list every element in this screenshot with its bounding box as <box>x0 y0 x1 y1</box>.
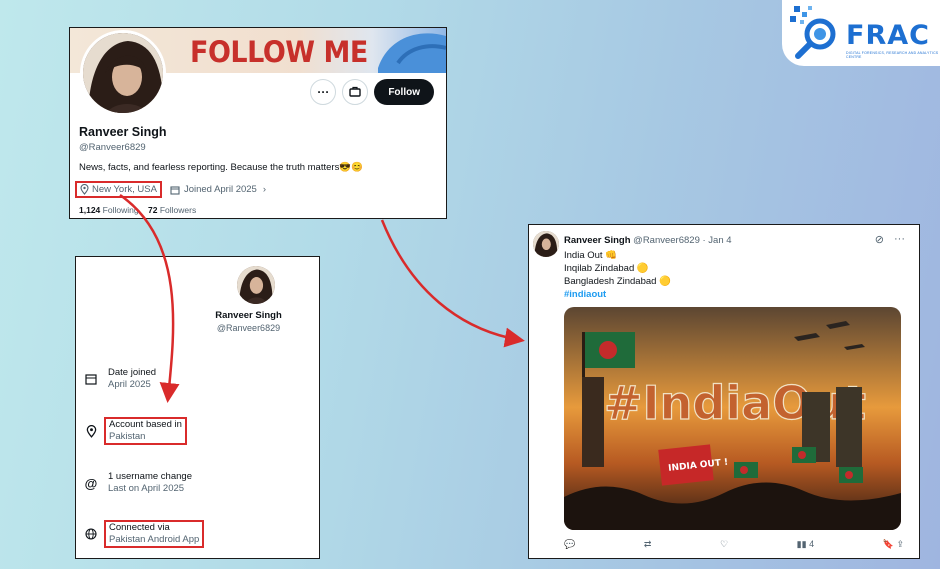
location-highlight: New York, USA <box>75 181 162 198</box>
share-icon[interactable]: ⇪ <box>896 539 904 549</box>
account-based-row: Account based in Pakistan <box>84 417 187 445</box>
banner-text: FOLLOW ME <box>190 35 368 70</box>
chevron-right-icon[interactable]: › <box>263 184 266 195</box>
retweet-icon[interactable]: ⇄ <box>644 539 652 550</box>
connected-via-label: Connected via <box>109 522 170 533</box>
magnifier-logo-icon <box>790 6 836 59</box>
tweet-text: India Out 👊 Inqilab Zindabad 🟡 Banglades… <box>564 249 671 301</box>
location-pin-icon <box>80 184 89 195</box>
connected-via-highlight: Connected via Pakistan Android App <box>104 520 205 548</box>
arrow-to-tweet <box>380 219 525 348</box>
grok-icon[interactable]: ⊘ <box>875 233 884 246</box>
about-avatar <box>237 266 275 304</box>
tweet-author-name[interactable]: Ranveer Singh <box>564 235 631 246</box>
globe-icon <box>84 527 98 541</box>
follow-button[interactable]: Follow <box>374 79 434 105</box>
profile-card: FOLLOW ME ··· Follow Ranveer Singh @Ranv… <box>69 27 447 219</box>
following-count[interactable]: 1,124 <box>79 205 100 215</box>
profile-name: Ranveer Singh <box>79 125 167 139</box>
connected-via-value: Pakistan Android App <box>109 534 200 545</box>
followers-label[interactable]: Followers <box>160 205 196 215</box>
tweet-line-3: Bangladesh Zindabad 🟡 <box>564 276 671 287</box>
followers-count[interactable]: 72 <box>148 205 157 215</box>
tweet-image[interactable]: #IndiaOut INDIA OUT ! <box>564 307 901 530</box>
about-account-card: Ranveer Singh @Ranveer6829 Date joined A… <box>75 256 320 559</box>
tweet-hashtag[interactable]: #indiaout <box>564 288 671 301</box>
frac-logo: FRAC DIGITAL FORENSICS, RESEARCH AND ANA… <box>782 0 940 66</box>
date-joined-label: Date joined <box>108 367 157 378</box>
profile-avatar[interactable] <box>80 30 166 116</box>
profile-joined: Joined April 2025 <box>183 184 257 195</box>
username-change-value: Last on April 2025 <box>108 483 185 494</box>
account-based-value: Pakistan <box>109 431 146 442</box>
account-based-highlight: Account based in Pakistan <box>104 417 187 445</box>
message-button[interactable] <box>342 79 369 105</box>
tweet-card[interactable]: Ranveer Singh @Ranveer6829 · Jan 4 ⊘ ···… <box>528 224 920 559</box>
tweet-line-1: India Out 👊 <box>564 250 618 261</box>
tweet-line-2: Inqilab Zindabad 🟡 <box>564 263 649 274</box>
connected-via-row: Connected via Pakistan Android App <box>84 520 205 548</box>
tweet-meta: @Ranveer6829 · Jan 4 <box>633 235 732 246</box>
reply-icon[interactable]: 💬 <box>564 539 575 550</box>
logo-subtitle: DIGITAL FORENSICS, RESEARCH AND ANALYTIC… <box>846 51 939 59</box>
bird-graphic-icon <box>378 33 446 73</box>
logo-name: FRAC <box>846 20 930 51</box>
at-sign-icon: @ <box>84 475 98 491</box>
calendar-icon <box>170 185 180 195</box>
about-name: Ranveer Singh <box>215 310 282 321</box>
location-pin-icon <box>84 424 98 438</box>
views-count: 4 <box>809 539 815 549</box>
profile-bio: News, facts, and fearless reporting. Bec… <box>79 162 363 173</box>
ellipsis-icon: ··· <box>317 85 330 99</box>
tweet-avatar[interactable] <box>533 231 559 257</box>
date-joined-row: Date joined April 2025 <box>84 367 156 391</box>
profile-handle: @Ranveer6829 <box>79 142 146 153</box>
views-button[interactable]: ▮▮ 4 <box>797 539 814 550</box>
bookmark-icon[interactable]: 🔖 <box>883 539 894 549</box>
profile-location: New York, USA <box>92 184 157 195</box>
message-icon <box>349 86 362 97</box>
views-icon: ▮▮ <box>796 539 807 549</box>
following-label[interactable]: Following <box>103 205 139 215</box>
like-icon[interactable]: ♡ <box>720 539 728 550</box>
date-joined-value: April 2025 <box>108 379 151 390</box>
username-change-label: 1 username change <box>108 471 192 482</box>
ellipsis-icon[interactable]: ··· <box>894 233 905 246</box>
account-based-label: Account based in <box>109 419 182 430</box>
about-handle: @Ranveer6829 <box>216 323 281 333</box>
more-button[interactable]: ··· <box>310 79 337 105</box>
bookmark-share-group[interactable]: 🔖 ⇪ <box>883 539 904 550</box>
username-change-row: @ 1 username change Last on April 2025 <box>84 471 192 495</box>
calendar-icon <box>84 372 98 386</box>
